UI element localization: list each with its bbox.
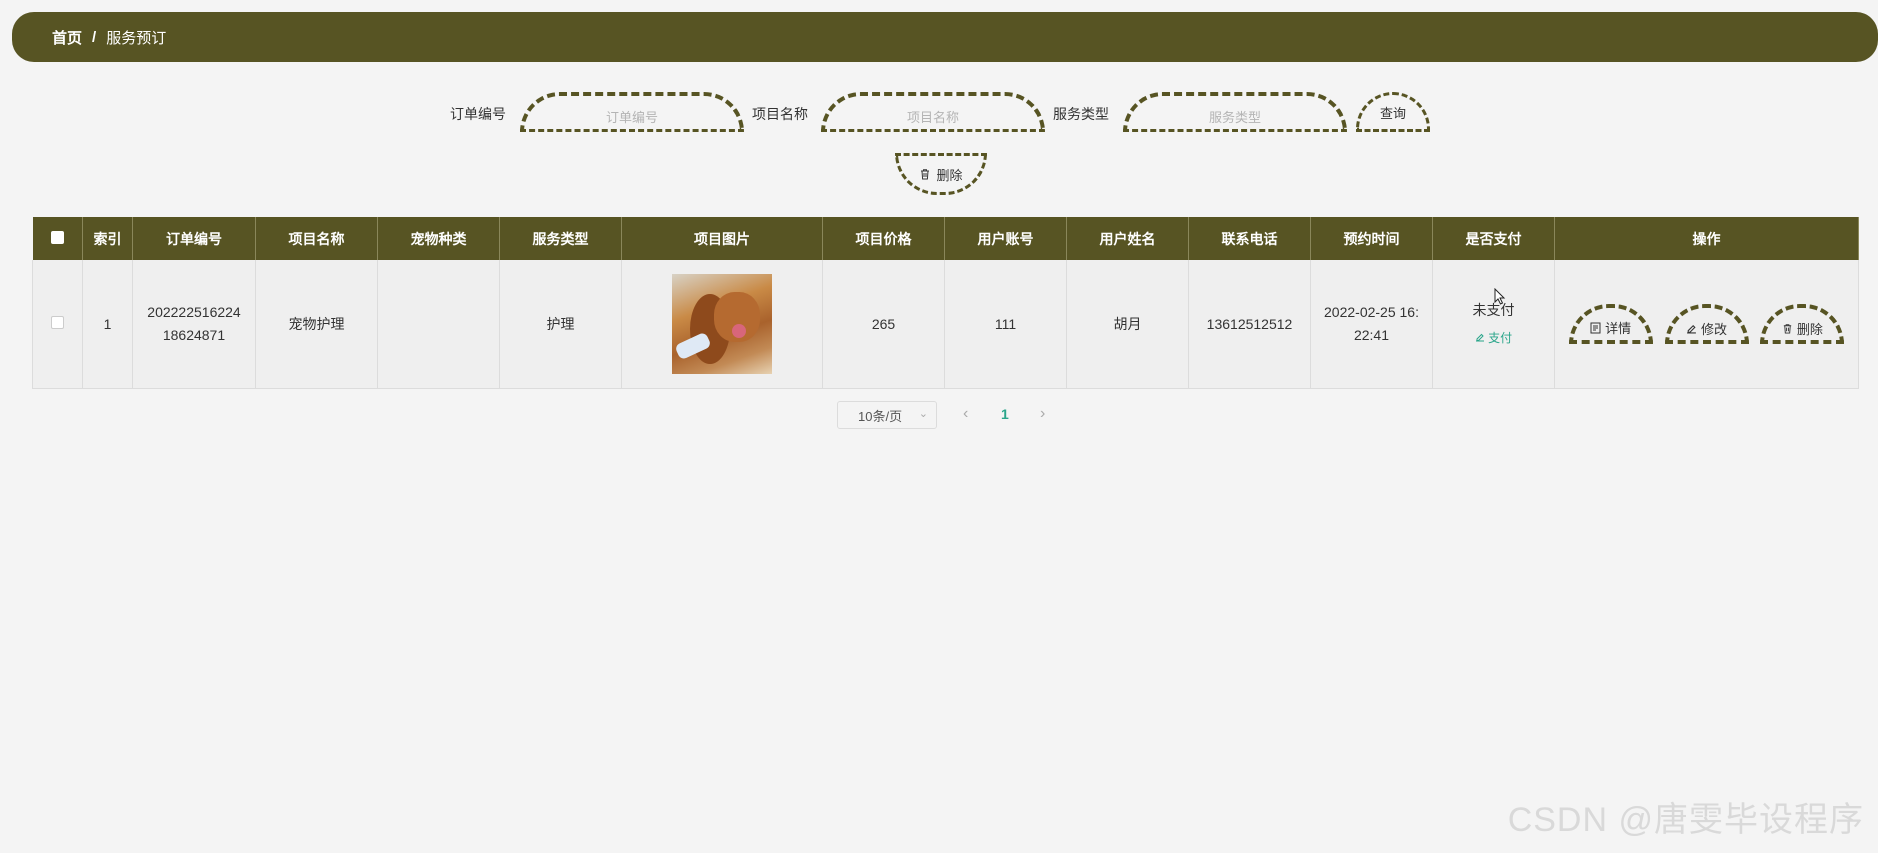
header-index: 索引 — [82, 217, 133, 260]
table-header-row: 索引 订单编号 项目名称 宠物种类 服务类型 项目图片 项目价格 用户账号 用户… — [32, 217, 1859, 260]
cell-paid: 未支付 支付 — [1432, 260, 1555, 389]
cell-actions: 详情 修改 删除 — [1554, 260, 1859, 389]
search-form: 订单编号 项目名称 服务类型 查询 — [0, 90, 1878, 134]
breadcrumb-current: 服务预订 — [106, 29, 167, 47]
header-booking-time: 预约时间 — [1310, 217, 1433, 260]
header-user-name: 用户姓名 — [1066, 217, 1189, 260]
edit-icon — [1687, 324, 1696, 333]
service-type-input[interactable] — [1123, 92, 1347, 132]
batch-delete-button[interactable]: 删除 — [895, 153, 987, 195]
cell-order-no-text: 20222251622418624871 — [147, 304, 241, 343]
pagination: 10条/页 ⌄ ‹ 1 › — [0, 401, 1878, 431]
header-service-type: 服务类型 — [499, 217, 622, 260]
pet-photo[interactable] — [672, 273, 772, 374]
header-actions: 操作 — [1554, 217, 1859, 260]
cell-user-account: 111 — [944, 260, 1067, 389]
pay-label: 支付 — [1488, 331, 1513, 346]
service-type-label: 服务类型 — [1053, 106, 1109, 122]
edit-icon — [1475, 334, 1484, 342]
header-order-no: 订单编号 — [132, 217, 256, 260]
cell-booking-time-text: 2022-02-25 16:22:41 — [1324, 304, 1419, 343]
header-pet-type: 宠物种类 — [377, 217, 500, 260]
chevron-down-icon: ⌄ — [918, 408, 928, 420]
batch-delete-label: 删除 — [936, 167, 963, 183]
cell-booking-time: 2022-02-25 16:22:41 — [1310, 260, 1433, 389]
project-name-input[interactable] — [821, 92, 1045, 132]
delete-button[interactable]: 删除 — [1760, 304, 1845, 344]
project-name-label: 项目名称 — [752, 106, 808, 122]
cell-phone: 13612512512 — [1188, 260, 1311, 389]
header-paid: 是否支付 — [1432, 217, 1555, 260]
next-page-icon[interactable]: › — [1040, 405, 1045, 423]
breadcrumb-separator: / — [92, 28, 97, 46]
select-all-checkbox[interactable] — [50, 230, 64, 244]
header-user-account: 用户账号 — [944, 217, 1067, 260]
header-phone: 联系电话 — [1188, 217, 1311, 260]
header-price: 项目价格 — [822, 217, 945, 260]
breadcrumb-home[interactable]: 首页 — [52, 27, 82, 48]
cell-user-name: 胡月 — [1066, 260, 1189, 389]
current-page[interactable]: 1 — [1001, 406, 1009, 422]
watermark: CSDN @唐雯毕设程序 — [1507, 801, 1864, 839]
document-icon — [1590, 322, 1601, 333]
delete-label: 删除 — [1796, 321, 1823, 337]
detail-label: 详情 — [1605, 321, 1632, 336]
row-select-cell[interactable] — [32, 260, 83, 389]
table-row: 1 20222251622418624871 宠物护理 护理 265 111 胡… — [32, 260, 1859, 389]
order-no-label: 订单编号 — [450, 106, 506, 122]
header-project-image: 项目图片 — [621, 217, 823, 260]
trash-icon — [921, 169, 930, 180]
pay-link[interactable]: 支付 — [1433, 329, 1554, 348]
cell-pet-type — [377, 260, 500, 389]
booking-table: 索引 订单编号 项目名称 宠物种类 服务类型 项目图片 项目价格 用户账号 用户… — [32, 217, 1859, 389]
edit-button[interactable]: 修改 — [1664, 304, 1749, 344]
cell-project-image — [621, 260, 823, 389]
edit-label: 修改 — [1700, 321, 1727, 337]
header-project-name: 项目名称 — [255, 217, 378, 260]
query-button[interactable]: 查询 — [1356, 92, 1430, 132]
breadcrumb: 首页 / 服务预订 — [12, 12, 1878, 62]
cell-service-type: 护理 — [499, 260, 622, 389]
prev-page-icon[interactable]: ‹ — [963, 405, 968, 423]
mouse-cursor-icon — [1494, 288, 1506, 305]
page-size-value: 10条/页 — [858, 408, 903, 424]
detail-button[interactable]: 详情 — [1568, 303, 1653, 344]
select-all-header[interactable] — [32, 217, 83, 260]
order-no-input[interactable] — [520, 92, 744, 132]
cell-price: 265 — [822, 260, 945, 389]
cell-order-no: 20222251622418624871 — [132, 260, 256, 389]
row-checkbox[interactable] — [51, 315, 64, 329]
trash-icon — [1783, 323, 1792, 334]
cell-project-name: 宠物护理 — [255, 260, 378, 389]
cell-index: 1 — [82, 260, 133, 389]
page-size-select[interactable]: 10条/页 ⌄ — [837, 401, 937, 429]
